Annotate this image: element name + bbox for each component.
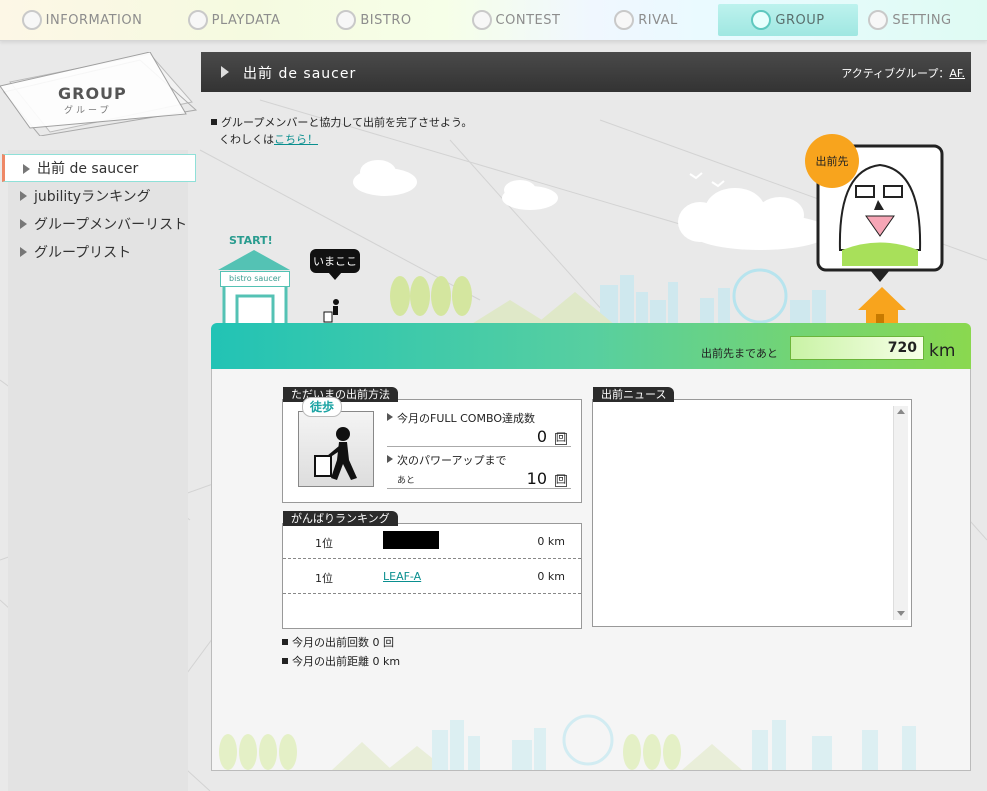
active-group-label: アクティブグループ： <box>841 67 950 80</box>
page-title: 出前 de saucer <box>243 66 357 82</box>
setting-icon <box>868 10 889 30</box>
rank-position: 1位 <box>315 572 333 585</box>
destination-badge: 出前先 <box>805 134 859 188</box>
info-icon <box>21 10 42 30</box>
nav-information[interactable]: INFORMATION <box>12 4 152 36</box>
current-position-bubble: いまここ <box>310 249 360 280</box>
active-group-link[interactable]: AF. <box>949 67 965 80</box>
news-tab: 出前ニュース <box>593 387 675 402</box>
powerup-unit: 回 <box>555 475 567 487</box>
fullcombo-unit: 回 <box>555 433 567 445</box>
playdata-icon <box>187 10 208 30</box>
walker-large-icon <box>314 427 357 480</box>
rank-name-link[interactable]: LEAF-A <box>383 570 421 583</box>
sidebar-item-label: 出前 de saucer <box>37 161 139 177</box>
rank-distance: 0 km <box>537 535 565 548</box>
powerup-prefix: あと <box>397 476 416 486</box>
nav-contest[interactable]: CONTEST <box>446 4 586 36</box>
bullet-icon <box>282 639 288 645</box>
sidebar-item-jubility-ranking[interactable]: jubilityランキング <box>2 182 196 210</box>
group-section-badge: GROUP グループ <box>0 52 200 136</box>
rank-position: 1位 <box>315 537 333 550</box>
distance-label: 出前先まであと <box>701 347 778 360</box>
delivery-method-box: ただいまの出前方法 徒歩 今月のFULL COMBO達成数 0 回 次のパワーア… <box>282 387 582 503</box>
bullet-icon <box>211 119 217 125</box>
table-row: 1位 0 km <box>283 524 581 559</box>
details-link[interactable]: こちら！ <box>274 133 318 146</box>
shop-label: bistro saucer <box>220 271 290 287</box>
group-subtitle: グループ <box>64 106 112 116</box>
active-group: アクティブグループ：AF. <box>841 65 965 81</box>
sidebar-item-member-list[interactable]: グループメンバーリスト <box>2 210 196 238</box>
start-label: START! <box>229 234 273 247</box>
sidebar-menu: 出前 de saucer jubilityランキング グループメンバーリスト グ… <box>2 154 196 266</box>
nav-rival[interactable]: RIVAL <box>576 4 716 36</box>
powerup-label: 次のパワーアップまで <box>387 452 571 468</box>
intro-text: グループメンバーと協力して出前を完了させよう。 くわしくはこちら！ <box>211 114 472 148</box>
fullcombo-stat: 今月のFULL COMBO達成数 0 回 <box>387 410 571 447</box>
distance-value: 720 <box>790 336 924 360</box>
fullcombo-label: 今月のFULL COMBO達成数 <box>387 410 571 426</box>
nav-label: GROUP <box>775 12 825 28</box>
monthly-distance: 今月の出前距離 0 km <box>292 655 401 668</box>
table-row: 1位 LEAF-A 0 km <box>283 559 581 594</box>
bullet-icon <box>282 658 288 664</box>
sidebar-item-label: グループメンバーリスト <box>34 217 188 233</box>
distance-bar: 出前先まであと 720 km <box>211 323 971 369</box>
page-header: 出前 de saucer アクティブグループ：AF. <box>201 52 971 92</box>
sidebar-item-group-list[interactable]: グループリスト <box>2 238 196 266</box>
group-icon <box>751 10 772 30</box>
monthly-totals: 今月の出前回数 0 回 今月の出前距離 0 km <box>282 633 400 671</box>
monthly-count: 今月の出前回数 0 回 <box>292 636 394 649</box>
distance-unit: km <box>929 341 956 361</box>
news-scrollbar[interactable] <box>893 406 908 620</box>
sidebar-item-demae[interactable]: 出前 de saucer <box>2 154 196 182</box>
intro-line2-prefix: くわしくは <box>219 133 274 146</box>
rank-name-redacted <box>383 531 439 549</box>
group-title: GROUP <box>58 84 127 103</box>
rank-distance: 0 km <box>537 570 565 583</box>
main-panel: ただいまの出前方法 徒歩 今月のFULL COMBO達成数 0 回 次のパワーア… <box>211 369 971 771</box>
nav-label: SETTING <box>892 12 952 28</box>
walking-mode-icon <box>298 411 374 487</box>
powerup-value: 10 <box>526 469 547 488</box>
fullcombo-value: 0 <box>536 427 547 446</box>
play-arrow-icon <box>221 66 229 78</box>
nav-label: PLAYDATA <box>211 12 281 28</box>
bistro-icon <box>336 10 357 30</box>
sidebar-item-label: グループリスト <box>34 245 132 261</box>
nav-group[interactable]: GROUP <box>718 4 858 36</box>
nav-label: INFORMATION <box>45 12 143 28</box>
ranking-box: がんばりランキング 1位 0 km 1位 LEAF-A 0 km <box>282 511 582 629</box>
nav-label: BISTRO <box>360 12 412 28</box>
nav-playdata[interactable]: PLAYDATA <box>164 4 304 36</box>
method-tab: ただいまの出前方法 <box>283 387 398 402</box>
scroll-up-icon[interactable] <box>897 409 905 414</box>
rival-icon <box>614 10 635 30</box>
panel-footer-scenery <box>219 714 916 770</box>
walk-mode-tag: 徒歩 <box>302 397 342 417</box>
top-navigation: INFORMATION PLAYDATA BISTRO CONTEST RIVA… <box>0 0 987 41</box>
nav-bistro[interactable]: BISTRO <box>304 4 444 36</box>
news-box: 出前ニュース <box>592 387 912 627</box>
contest-icon <box>471 10 492 30</box>
sidebar-item-label: jubilityランキング <box>34 189 151 205</box>
powerup-stat: 次のパワーアップまで あと 10 回 <box>387 452 571 489</box>
intro-line1: グループメンバーと協力して出前を完了させよう。 <box>221 116 473 129</box>
nav-label: CONTEST <box>495 12 561 28</box>
scroll-down-icon[interactable] <box>897 611 905 616</box>
nav-setting[interactable]: SETTING <box>840 4 980 36</box>
nav-label: RIVAL <box>638 12 678 28</box>
